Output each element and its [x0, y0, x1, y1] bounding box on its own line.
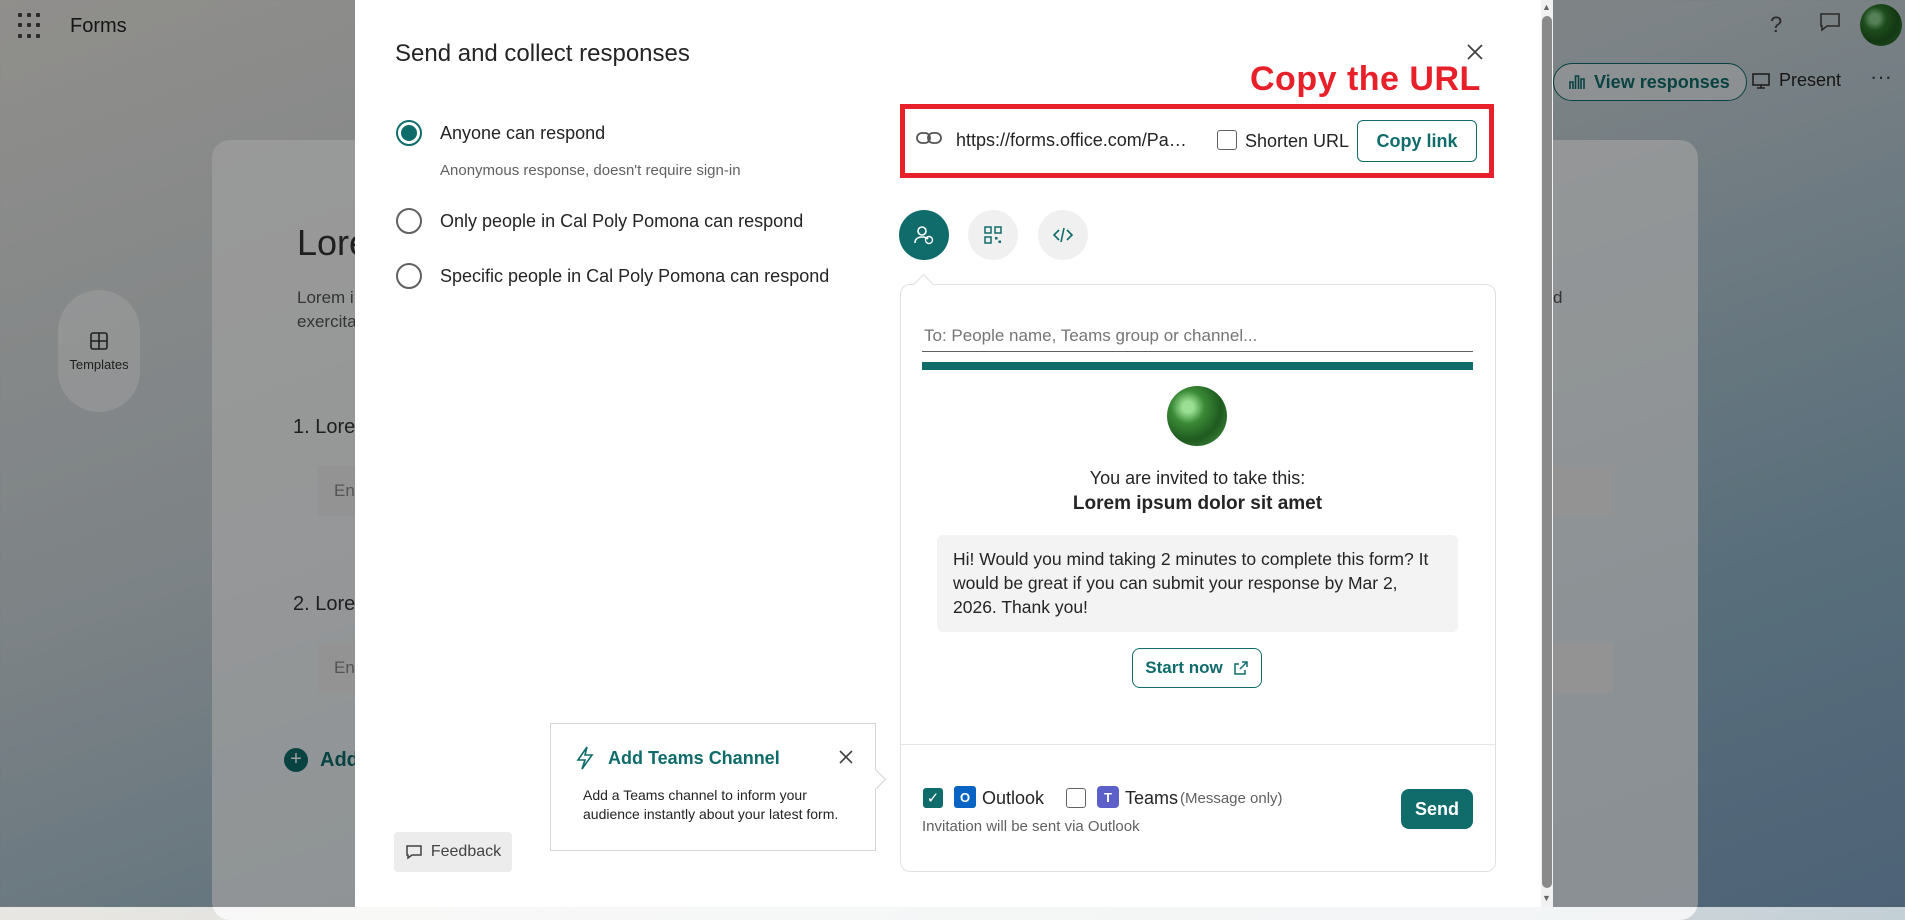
- teams-card-body: Add a Teams channel to inform your audie…: [583, 787, 839, 822]
- recipients-input[interactable]: [922, 320, 1473, 352]
- outlook-checkbox[interactable]: ✓: [923, 788, 943, 808]
- option-anyone-sublabel: Anonymous response, doesn't require sign…: [440, 162, 741, 179]
- accent-bar: [922, 362, 1473, 370]
- form-url-field[interactable]: https://forms.office.com/Pages/ResponseP…: [956, 130, 1194, 151]
- teams-label[interactable]: Teams: [1125, 788, 1178, 809]
- invite-message[interactable]: Hi! Would you mind taking 2 minutes to c…: [937, 535, 1458, 632]
- option-specific-label[interactable]: Specific people in Cal Poly Pomona can r…: [440, 266, 829, 287]
- tab-qr-code[interactable]: [968, 210, 1018, 260]
- teams-card-title[interactable]: Add Teams Channel: [608, 748, 780, 769]
- annotation-text: Copy the URL: [1250, 60, 1481, 98]
- option-anyone-label[interactable]: Anyone can respond: [440, 123, 605, 144]
- option-org-label[interactable]: Only people in Cal Poly Pomona can respo…: [440, 211, 803, 232]
- teams-card-close-icon[interactable]: [837, 748, 855, 771]
- teams-checkbox[interactable]: [1066, 788, 1086, 808]
- code-icon: [1052, 227, 1074, 243]
- link-icon: [916, 126, 942, 152]
- teams-note: (Message only): [1180, 790, 1283, 807]
- radio-org[interactable]: [396, 208, 422, 234]
- outlook-icon: O: [954, 786, 976, 808]
- send-button[interactable]: Send: [1401, 789, 1473, 829]
- panel-divider: [901, 744, 1495, 745]
- radio-specific[interactable]: [396, 263, 422, 289]
- invitation-via-text: Invitation will be sent via Outlook: [922, 818, 1140, 835]
- shorten-url-checkbox[interactable]: [1217, 130, 1237, 150]
- scrollbar-thumb[interactable]: [1542, 16, 1552, 888]
- form-owner-avatar: [1167, 386, 1227, 446]
- scroll-down-icon[interactable]: ▼: [1542, 893, 1551, 903]
- shorten-url-label[interactable]: Shorten URL: [1245, 131, 1349, 152]
- feedback-button[interactable]: Feedback: [394, 832, 512, 872]
- scroll-up-icon[interactable]: ▲: [1542, 2, 1551, 12]
- dialog-title: Send and collect responses: [395, 40, 690, 67]
- invited-text: You are invited to take this:: [1089, 468, 1306, 488]
- start-now-button[interactable]: Start now: [1132, 648, 1262, 688]
- person-add-icon: [914, 226, 934, 245]
- qr-code-icon: [984, 226, 1002, 244]
- start-now-label: Start now: [1145, 658, 1223, 677]
- outlook-label[interactable]: Outlook: [982, 788, 1044, 809]
- teams-icon: T: [1097, 786, 1119, 808]
- invite-form-title: Lorem ipsum dolor sit amet: [1072, 493, 1323, 514]
- lightning-icon: [574, 745, 596, 776]
- comment-icon: [406, 845, 422, 860]
- tab-embed[interactable]: [1038, 210, 1088, 260]
- feedback-label: Feedback: [430, 843, 502, 860]
- open-external-icon: [1233, 661, 1248, 675]
- tab-invite-people[interactable]: [899, 210, 949, 260]
- radio-anyone[interactable]: [396, 120, 422, 146]
- copy-link-button[interactable]: Copy link: [1357, 120, 1477, 162]
